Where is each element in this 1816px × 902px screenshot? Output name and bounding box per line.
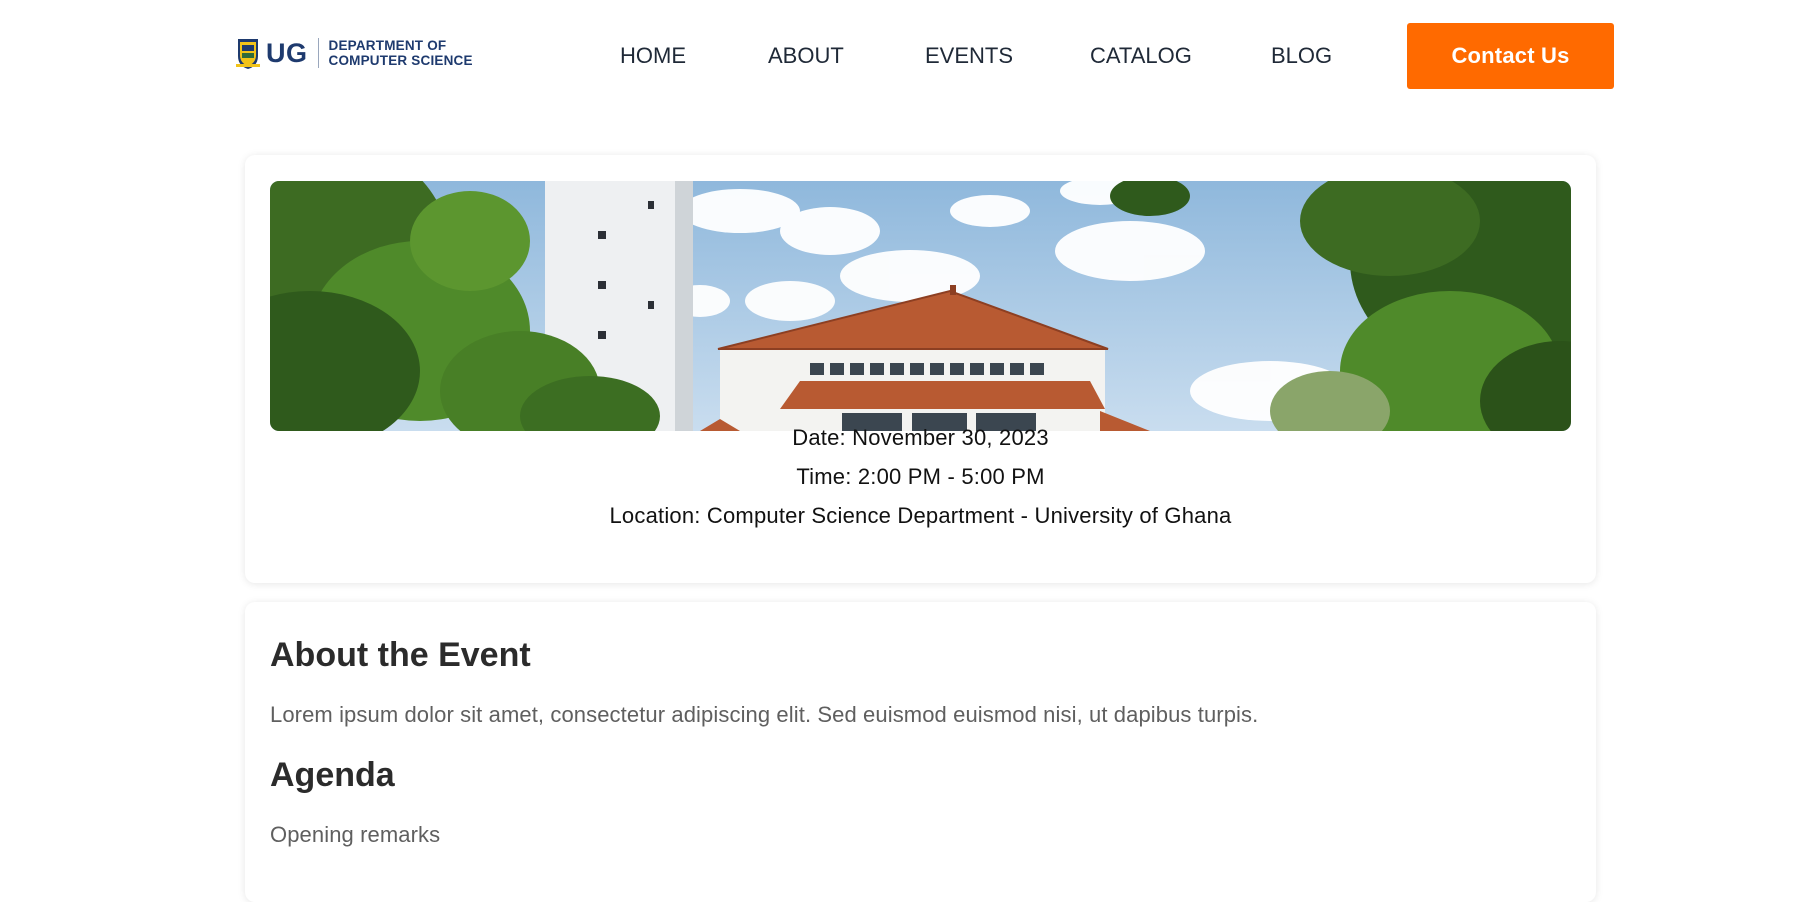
nav-home[interactable]: HOME: [620, 43, 686, 69]
contact-us-button[interactable]: Contact Us: [1407, 23, 1614, 89]
nav-catalog[interactable]: CATALOG: [1090, 43, 1192, 69]
agenda-item: Opening remarks: [270, 822, 441, 847]
nav-blog[interactable]: BLOG: [1271, 43, 1332, 69]
logo-dept-line1: DEPARTMENT OF: [328, 38, 447, 53]
event-time: Time: 2:00 PM - 5:00 PM: [796, 464, 1045, 489]
about-event-card: About the Event Lorem ipsum dolor sit am…: [245, 602, 1596, 902]
event-location: Location: Computer Science Department - …: [609, 503, 1232, 528]
agenda-heading: Agenda: [270, 756, 395, 794]
site-logo[interactable]: UG DEPARTMENT OF COMPUTER SCIENCE: [236, 36, 473, 70]
logo-dept-text: DEPARTMENT OF COMPUTER SCIENCE: [329, 38, 473, 68]
event-banner-image: [270, 181, 1571, 431]
logo-dept-line2: COMPUTER SCIENCE: [328, 53, 473, 68]
crest-icon: [236, 39, 260, 69]
nav-events[interactable]: EVENTS: [925, 43, 1013, 69]
nav-about[interactable]: ABOUT: [768, 43, 844, 69]
campus-building-illustration: [270, 181, 1571, 431]
logo-divider: [317, 38, 319, 68]
event-date: Date: November 30, 2023: [792, 425, 1049, 450]
event-details-card: Date: November 30, 2023 Time: 2:00 PM - …: [245, 155, 1596, 583]
about-event-text: Lorem ipsum dolor sit amet, consectetur …: [270, 702, 1259, 727]
logo-ug-text: UG: [266, 37, 308, 68]
about-event-heading: About the Event: [270, 636, 531, 674]
site-header: UG DEPARTMENT OF COMPUTER SCIENCE HOME A…: [0, 0, 1816, 112]
